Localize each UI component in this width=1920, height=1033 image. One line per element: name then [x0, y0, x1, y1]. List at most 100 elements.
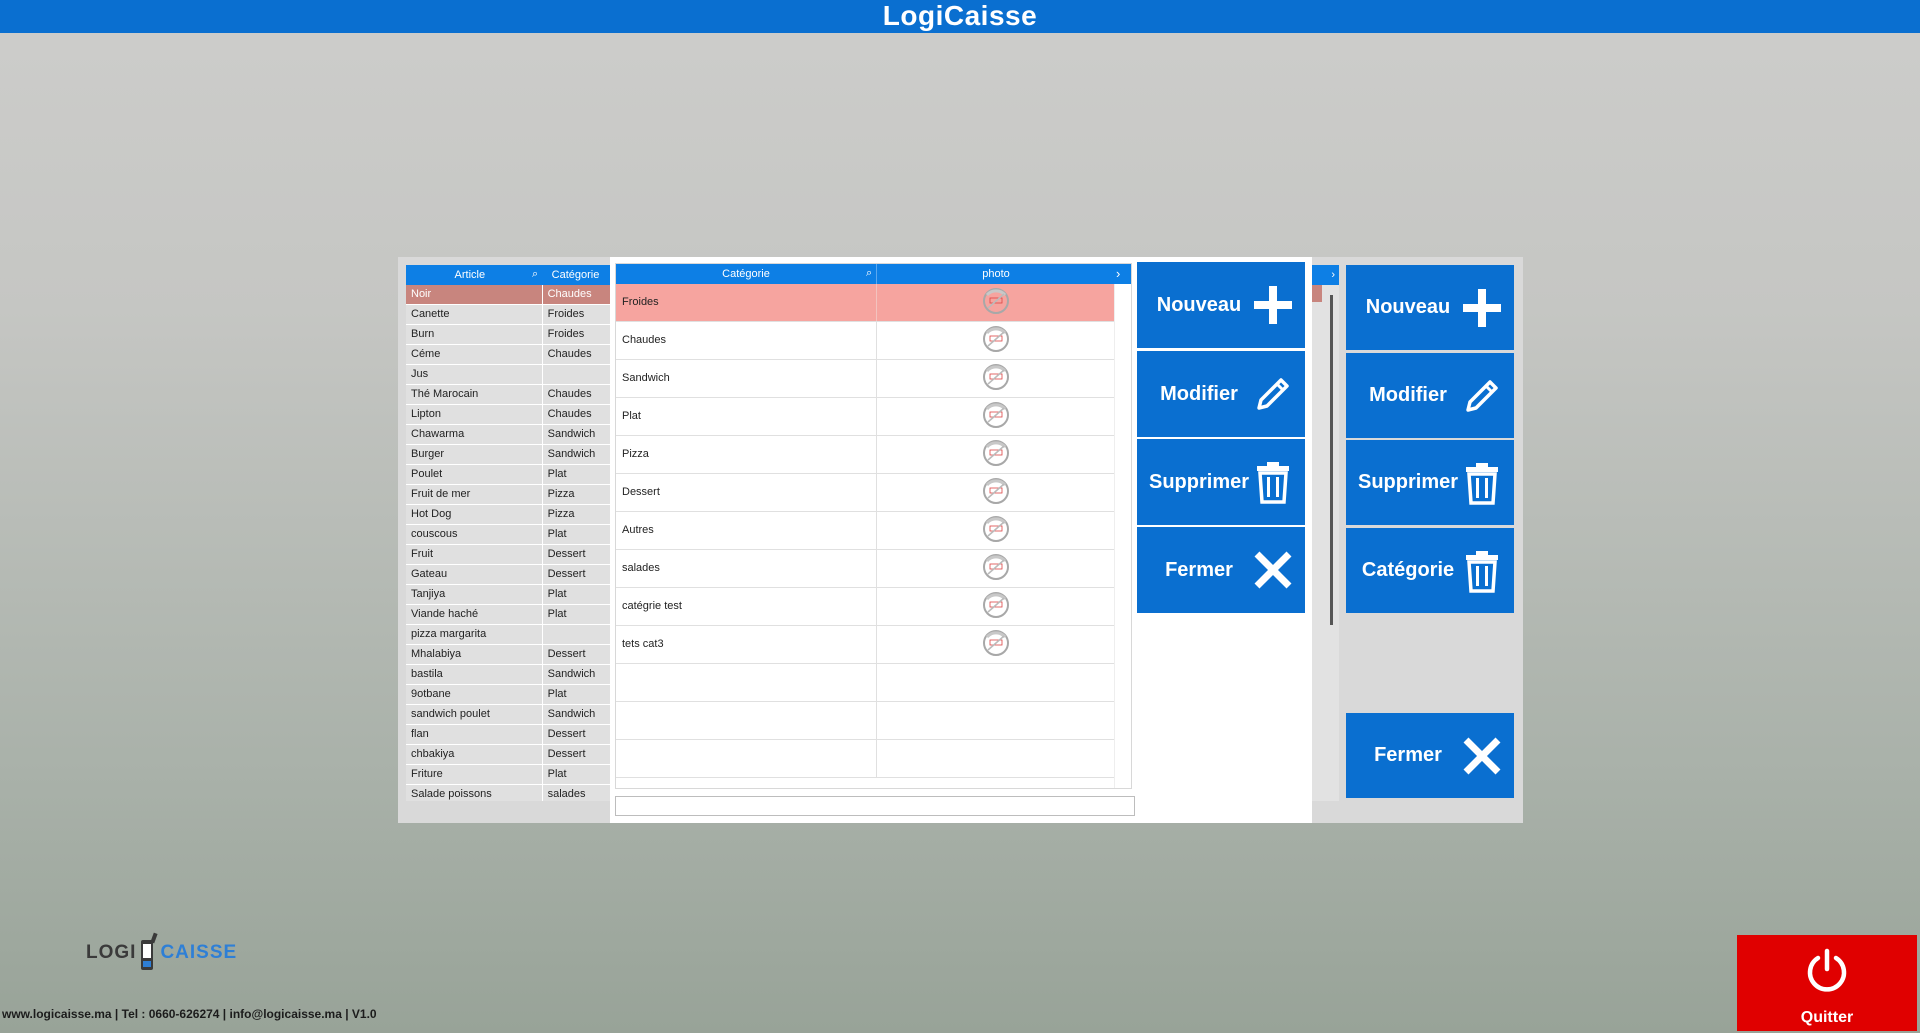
- category-photo: [877, 550, 1114, 587]
- category-row[interactable]: Dessert: [616, 474, 1114, 512]
- category-photo: [877, 322, 1114, 359]
- category-row[interactable]: Chaudes: [616, 322, 1114, 360]
- article-row[interactable]: Mhalabiya Dessert: [406, 645, 610, 665]
- category-search-input[interactable]: [615, 796, 1135, 816]
- category-row[interactable]: Pizza: [616, 436, 1114, 474]
- search-icon[interactable]: ⌕: [866, 267, 872, 280]
- phone-logo-icon: [141, 932, 159, 970]
- article-row[interactable]: Noir Chaudes: [406, 285, 610, 305]
- article-row[interactable]: Thé Marocain Chaudes: [406, 385, 610, 405]
- article-column-header[interactable]: Article: [406, 269, 534, 281]
- article-row[interactable]: Lipton Chaudes: [406, 405, 610, 425]
- article-row[interactable]: Fruit de mer Pizza: [406, 485, 610, 505]
- article-category: Sandwich: [542, 445, 610, 464]
- article-name: Burger: [406, 445, 543, 464]
- category-row[interactable]: salades: [616, 550, 1114, 588]
- category-name: catégrie test: [616, 588, 877, 625]
- article-name: Céme: [406, 345, 543, 364]
- article-row[interactable]: Poulet Plat: [406, 465, 610, 485]
- plus-icon: [1458, 284, 1506, 332]
- article-row[interactable]: Hot Dog Pizza: [406, 505, 610, 525]
- edit-category-button[interactable]: Modifier: [1137, 351, 1305, 437]
- search-icon[interactable]: ⌕: [532, 268, 538, 281]
- article-row[interactable]: Jus: [406, 365, 610, 385]
- category-row[interactable]: tets cat3: [616, 626, 1114, 664]
- article-row[interactable]: chbakiya Dessert: [406, 745, 610, 765]
- article-name: Thé Marocain: [406, 385, 543, 404]
- article-row[interactable]: flan Dessert: [406, 725, 610, 745]
- delete-category-button[interactable]: Supprimer: [1137, 439, 1305, 525]
- logicaisse-logo: LOGI CAISSE: [86, 928, 237, 978]
- category-row[interactable]: [616, 702, 1114, 740]
- article-row[interactable]: Viande haché Plat: [406, 605, 610, 625]
- category-row[interactable]: [616, 664, 1114, 702]
- article-category: Pizza: [542, 485, 610, 504]
- button-label: Fermer: [1374, 744, 1442, 766]
- article-category: Dessert: [542, 725, 610, 744]
- category-row[interactable]: Sandwich: [616, 360, 1114, 398]
- article-row[interactable]: Salade poissons salades: [406, 785, 610, 801]
- article-row[interactable]: Burger Sandwich: [406, 445, 610, 465]
- pencil-icon: [1458, 372, 1506, 420]
- button-label: Modifier: [1160, 382, 1238, 405]
- article-row[interactable]: Céme Chaudes: [406, 345, 610, 365]
- category-photo: [877, 398, 1114, 435]
- delete-article-button[interactable]: Supprimer: [1346, 440, 1514, 525]
- category-button[interactable]: Catégorie: [1346, 528, 1514, 613]
- button-label: Fermer: [1165, 558, 1233, 581]
- chevron-right-icon[interactable]: ›: [1116, 266, 1120, 281]
- category-name: [616, 664, 877, 701]
- quit-button[interactable]: Quitter: [1737, 935, 1917, 1031]
- edit-article-button[interactable]: Modifier: [1346, 353, 1514, 438]
- article-row[interactable]: Tanjiya Plat: [406, 585, 610, 605]
- article-row[interactable]: pizza margarita: [406, 625, 610, 645]
- chevron-right-icon[interactable]: ›: [1312, 265, 1339, 285]
- category-photo: [877, 702, 1114, 739]
- article-name: bastila: [406, 665, 543, 684]
- category-column-header[interactable]: Catégorie: [534, 269, 610, 281]
- close-category-button[interactable]: Fermer: [1137, 527, 1305, 613]
- scrollbar[interactable]: [1114, 284, 1131, 788]
- category-photo: [877, 360, 1114, 397]
- category-row[interactable]: catégrie test: [616, 588, 1114, 626]
- new-category-button[interactable]: Nouveau: [1137, 262, 1305, 348]
- category-row[interactable]: Plat: [616, 398, 1114, 436]
- no-image-icon: [981, 514, 1011, 547]
- article-row[interactable]: Chawarma Sandwich: [406, 425, 610, 445]
- article-row[interactable]: Burn Froides: [406, 325, 610, 345]
- article-row[interactable]: sandwich poulet Sandwich: [406, 705, 610, 725]
- article-category: Plat: [542, 605, 610, 624]
- article-category: Froides: [542, 325, 610, 344]
- article-row[interactable]: Canette Froides: [406, 305, 610, 325]
- new-article-button[interactable]: Nouveau: [1346, 265, 1514, 350]
- article-category: salades: [542, 785, 610, 801]
- article-name: flan: [406, 725, 543, 744]
- photo-column-header[interactable]: photo: [876, 264, 1115, 284]
- article-row[interactable]: Gateau Dessert: [406, 565, 610, 585]
- article-row[interactable]: Fruit Dessert: [406, 545, 610, 565]
- category-row[interactable]: [616, 740, 1114, 778]
- article-name: couscous: [406, 525, 543, 544]
- category-row[interactable]: Froides: [616, 284, 1114, 322]
- article-name: Tanjiya: [406, 585, 543, 604]
- category-column-header[interactable]: Catégorie: [616, 264, 876, 284]
- article-row[interactable]: couscous Plat: [406, 525, 610, 545]
- scrollbar[interactable]: [1330, 295, 1333, 625]
- article-category: Plat: [542, 465, 610, 484]
- category-row[interactable]: Autres: [616, 512, 1114, 550]
- article-name: Canette: [406, 305, 543, 324]
- article-name: pizza margarita: [406, 625, 543, 644]
- no-image-icon: [981, 362, 1011, 395]
- category-photo: [877, 284, 1114, 321]
- article-row[interactable]: 9otbane Plat: [406, 685, 610, 705]
- close-articles-button[interactable]: Fermer: [1346, 713, 1514, 798]
- no-image-icon: [981, 552, 1011, 585]
- article-name: Gateau: [406, 565, 543, 584]
- article-category: Chaudes: [542, 345, 610, 364]
- article-row[interactable]: Friture Plat: [406, 765, 610, 785]
- contact-info: www.logicaisse.ma | Tel : 0660-626274 | …: [2, 1007, 377, 1021]
- article-row[interactable]: bastila Sandwich: [406, 665, 610, 685]
- category-name: tets cat3: [616, 626, 877, 663]
- article-name: Fruit: [406, 545, 543, 564]
- category-name: Froides: [616, 284, 877, 321]
